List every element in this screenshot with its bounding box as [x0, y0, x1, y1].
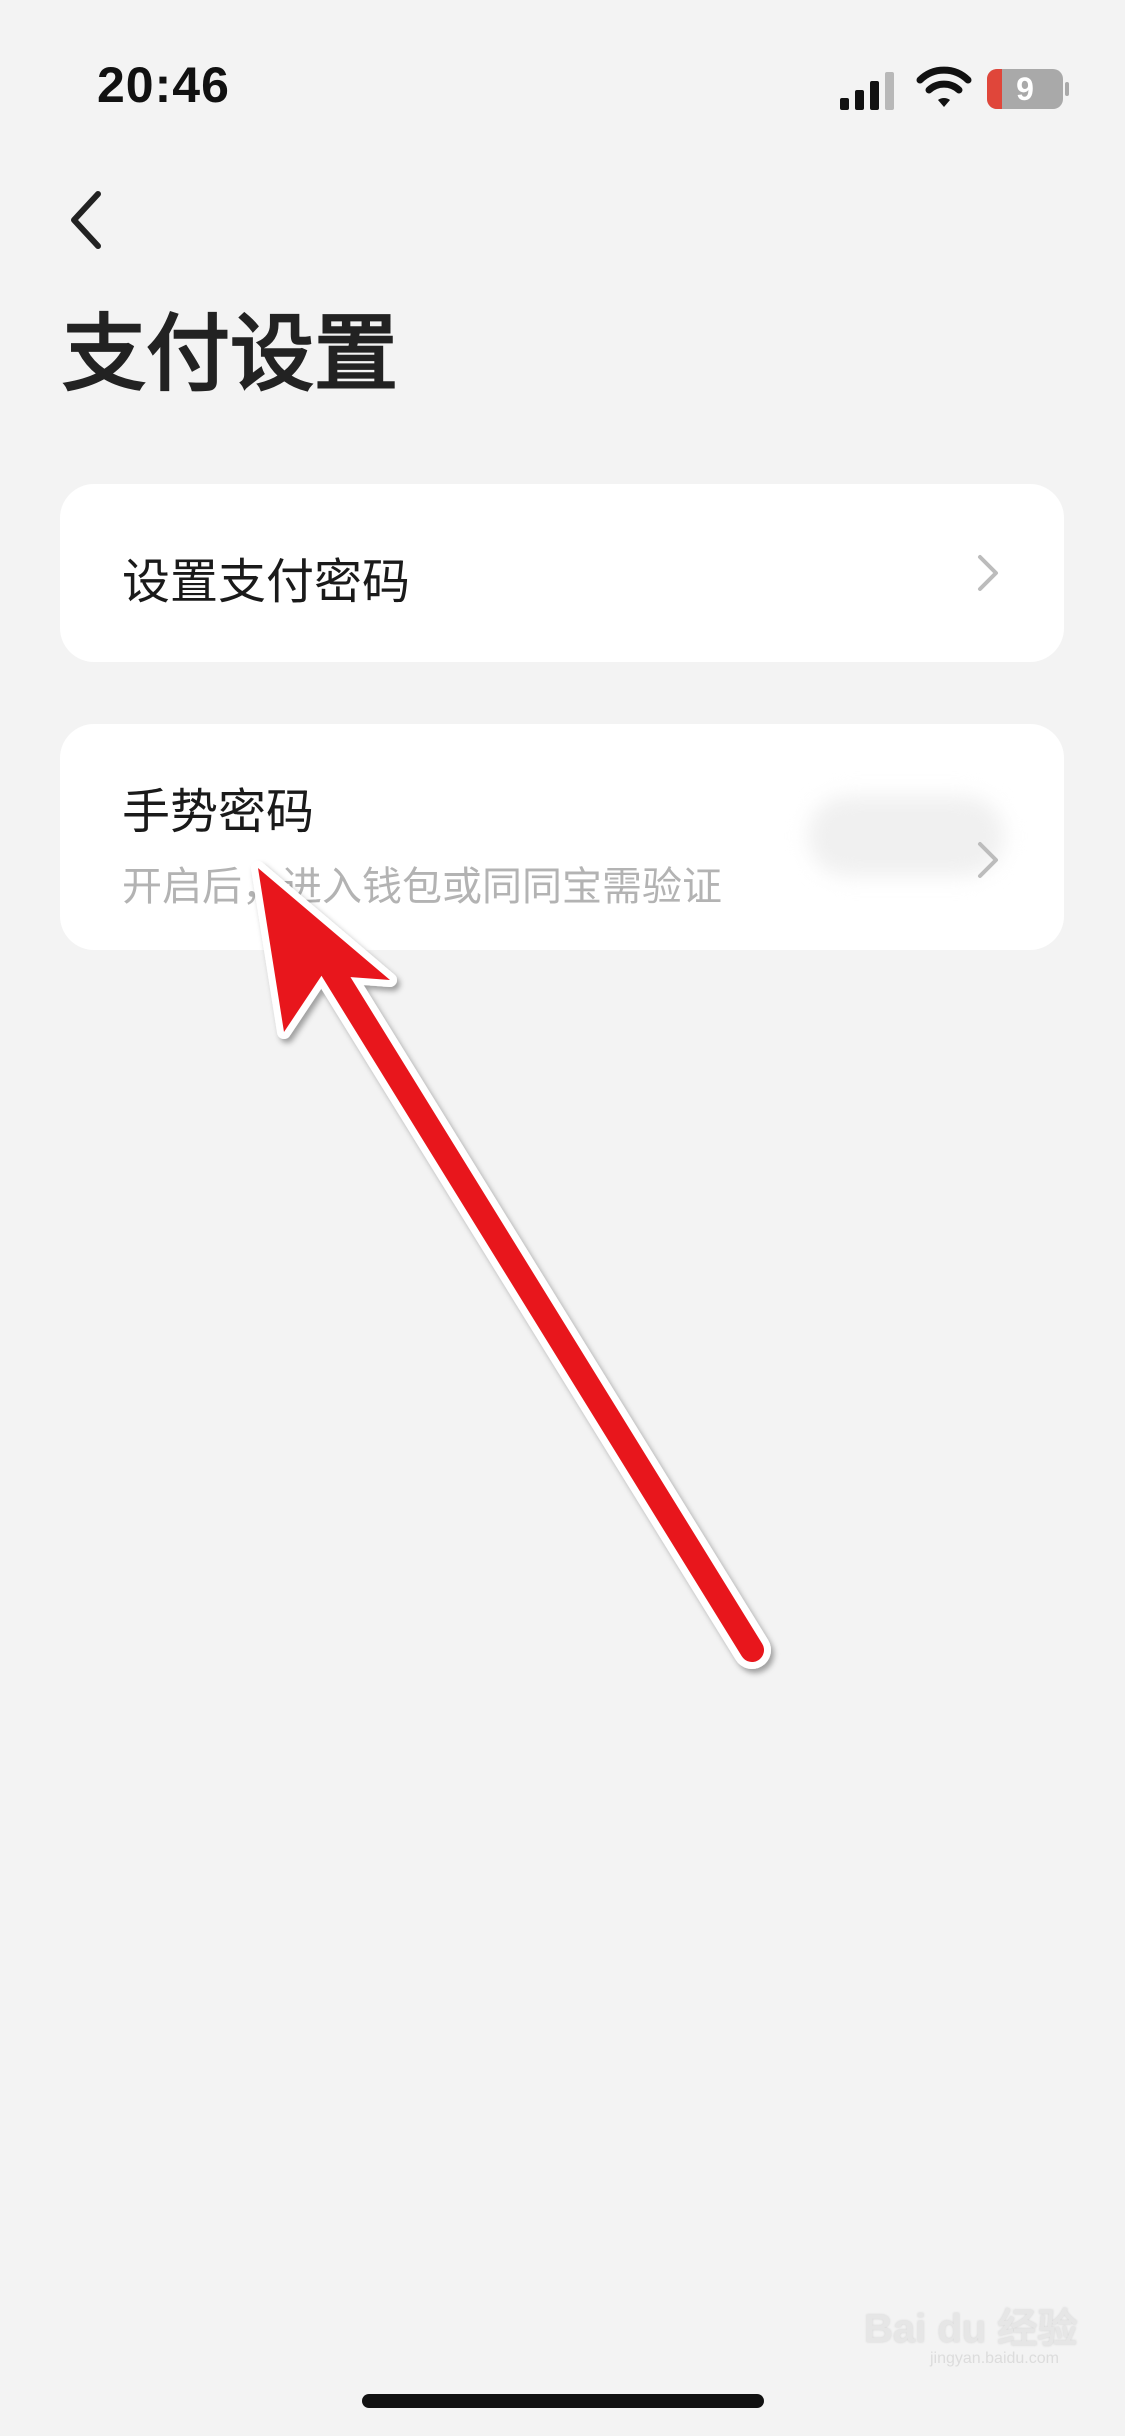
gesture-password-item[interactable]: 手势密码 开启后，进入钱包或同同宝需验证 — [60, 724, 1064, 950]
gesture-password-label: 手势密码 — [122, 784, 315, 840]
baidu-watermark: Bai du 经验 — [864, 2307, 1078, 2351]
chevron-right-icon — [978, 555, 998, 591]
wifi-icon — [916, 66, 972, 107]
chevron-left-icon — [71, 191, 101, 249]
signal-icon — [840, 72, 894, 110]
set-payment-password-label: 设置支付密码 — [122, 554, 411, 610]
back-button[interactable] — [52, 180, 122, 260]
set-payment-password-item[interactable]: 设置支付密码 — [60, 484, 1064, 662]
gesture-password-description: 开启后，进入钱包或同同宝需验证 — [122, 864, 722, 910]
page-title: 支付设置 — [62, 305, 399, 403]
baidu-watermark-url: jingyan.baidu.com — [930, 2350, 1059, 2367]
chevron-right-icon — [978, 842, 998, 878]
status-bar: 20:46 9 — [0, 0, 1125, 140]
status-time: 20:46 — [97, 57, 230, 113]
battery-level: 9 — [1016, 71, 1034, 107]
home-indicator — [362, 2394, 764, 2408]
